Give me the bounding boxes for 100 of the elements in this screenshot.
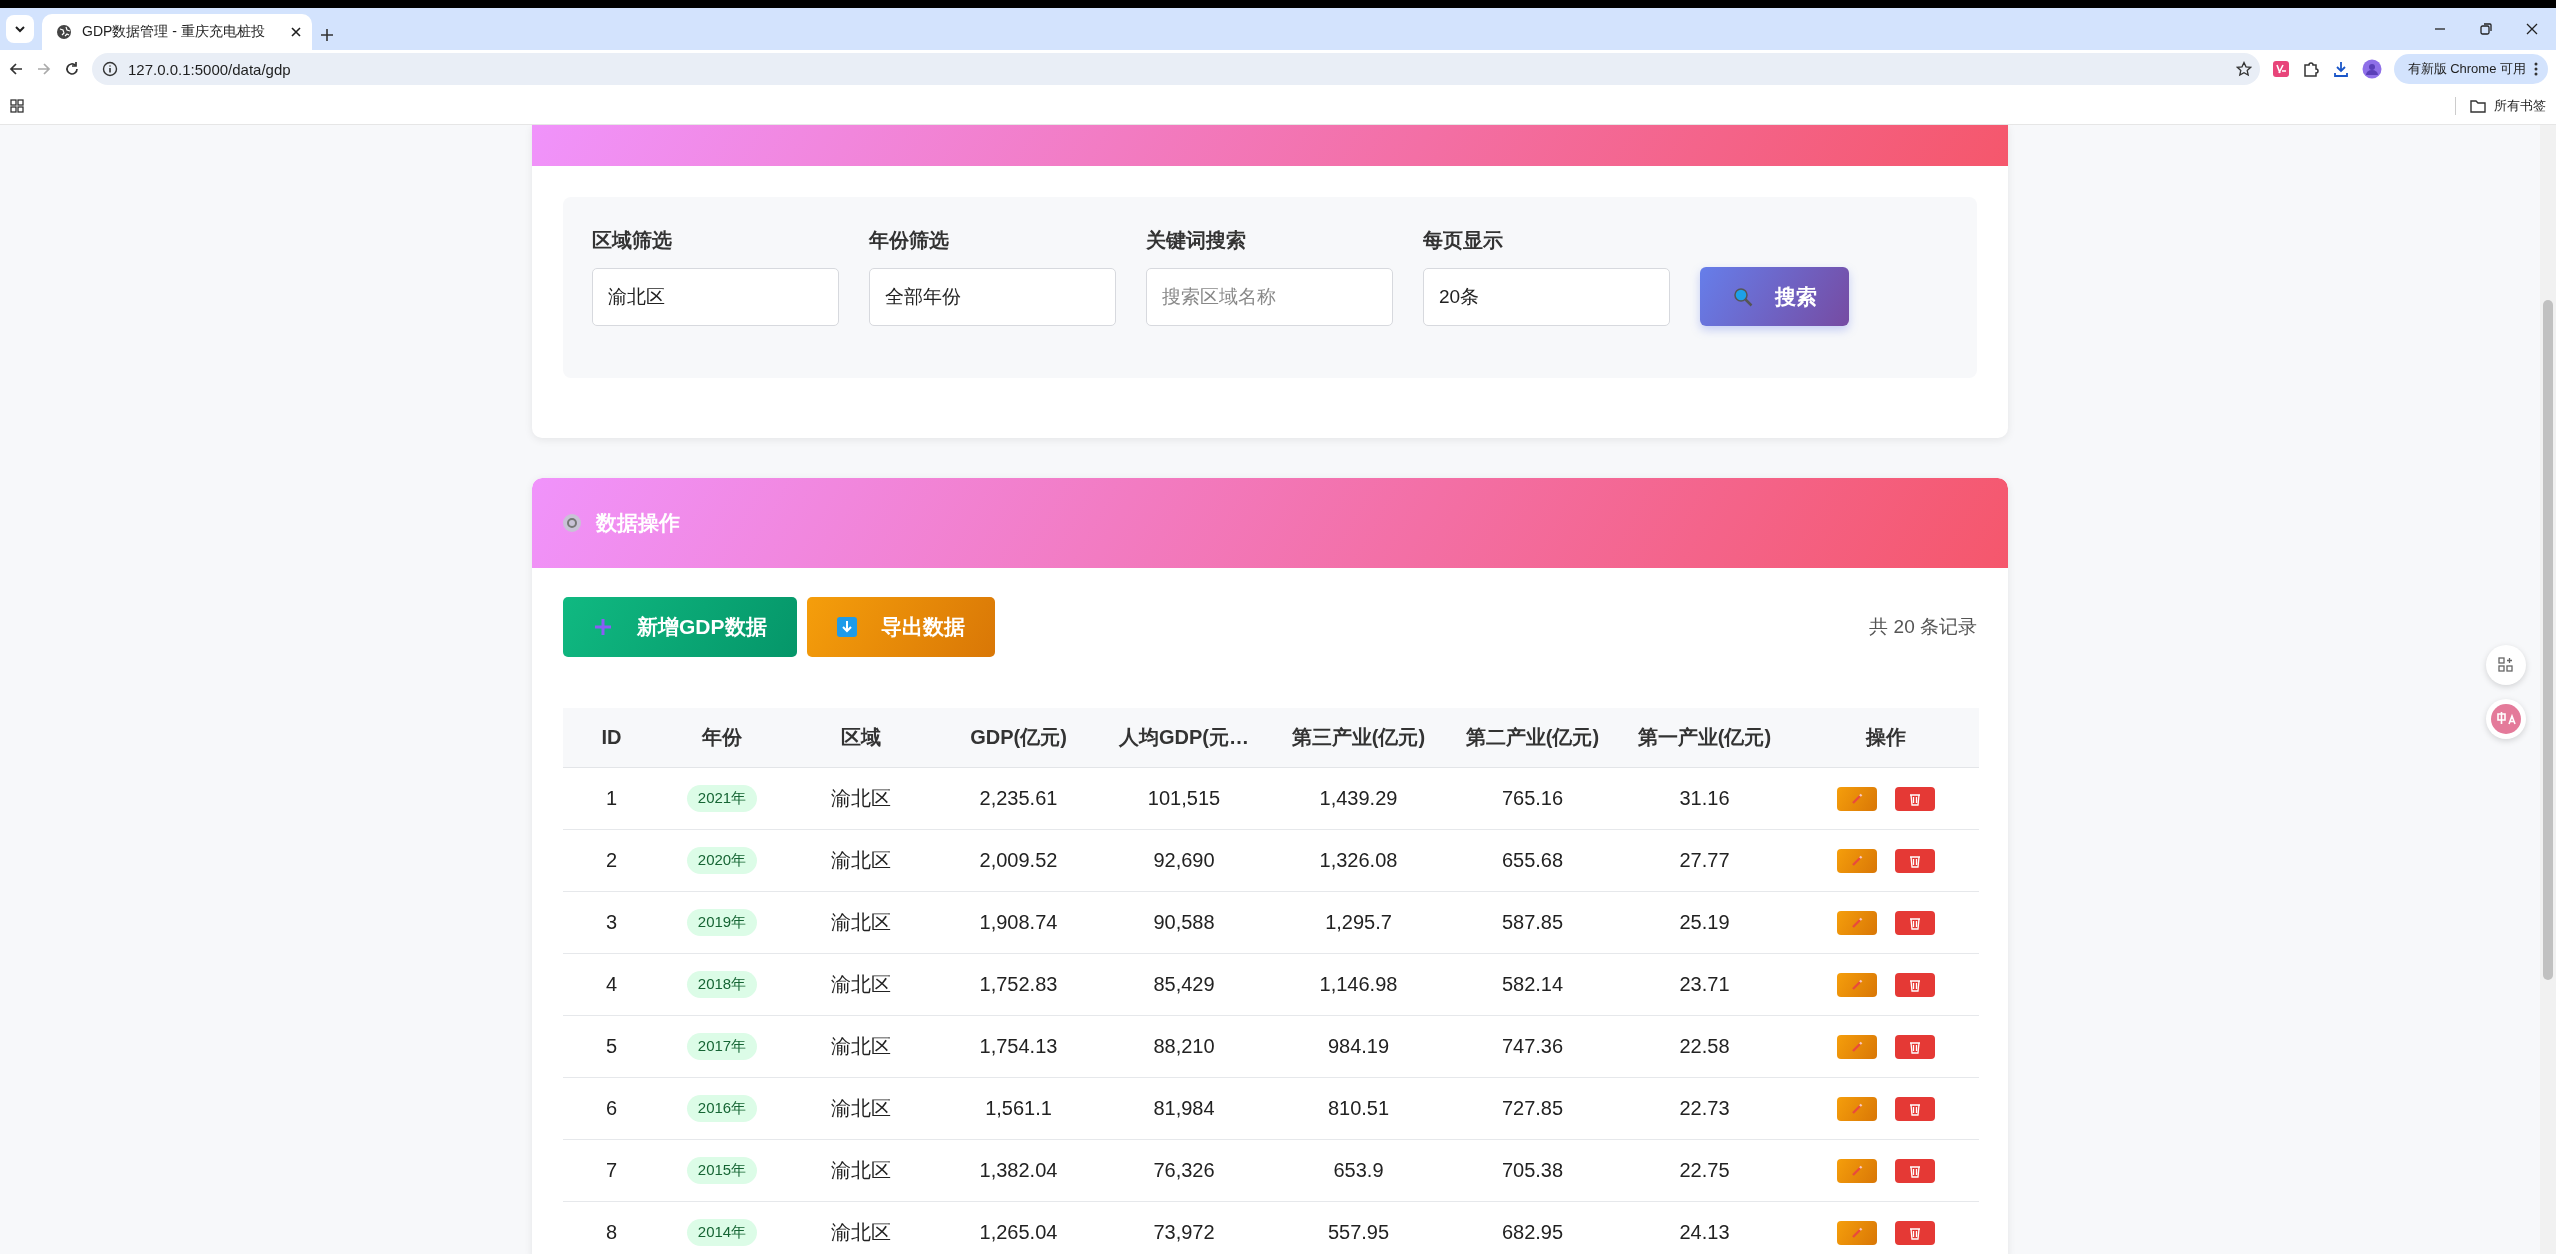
input-field[interactable]: 渝北区: [592, 268, 839, 326]
table-cell: 22.73: [1617, 1078, 1792, 1140]
trash-icon: [1907, 1101, 1922, 1116]
table-cell: 76,326: [1099, 1140, 1269, 1202]
field-label: 年份筛选: [869, 228, 950, 253]
table-cell: 1,326.08: [1269, 830, 1448, 892]
close-icon[interactable]: [2526, 23, 2538, 35]
table-cell: 2: [563, 830, 660, 892]
table-cell: 2,009.52: [938, 830, 1099, 892]
table-cell: 22.75: [1617, 1140, 1792, 1202]
delete-button[interactable]: [1894, 1220, 1935, 1245]
edit-button[interactable]: [1836, 786, 1877, 811]
table-cell: 1,439.29: [1269, 768, 1448, 830]
update-chrome-button[interactable]: 有新版 Chrome 可用: [2393, 54, 2548, 84]
search-icon: [1732, 286, 1753, 307]
grid-plus-icon: [2498, 657, 2514, 673]
table-cell: 582.14: [1448, 954, 1617, 1016]
table-cell: 4: [563, 954, 660, 1016]
new-tab-icon[interactable]: [320, 28, 334, 42]
delete-button[interactable]: [1894, 1034, 1935, 1059]
star-icon[interactable]: [2235, 61, 2252, 77]
puzzle-icon[interactable]: [2301, 60, 2320, 78]
delete-button[interactable]: [1894, 1158, 1935, 1183]
scrollbar[interactable]: [2540, 125, 2556, 1254]
globe-icon: [56, 24, 72, 40]
column-header: 操作: [1792, 708, 1979, 768]
forward-icon[interactable]: [36, 61, 52, 77]
edit-button[interactable]: [1836, 1034, 1877, 1059]
input-field[interactable]: 20条: [1423, 268, 1670, 326]
column-header: 区域: [784, 708, 938, 768]
browser-tab[interactable]: GDP数据管理 - 重庆充电桩投: [42, 14, 312, 50]
table-cell: 557.95: [1269, 1202, 1448, 1254]
table-cell: 1,752.83: [938, 954, 1099, 1016]
chevron-down-icon: [14, 23, 26, 35]
column-header: 人均GDP(元…: [1099, 708, 1269, 768]
avatar-icon[interactable]: [2361, 59, 2382, 79]
year-badge: 2019年: [686, 909, 758, 936]
delete-button[interactable]: [1894, 910, 1935, 935]
table-cell: 92,690: [1099, 830, 1269, 892]
translate-button[interactable]: [2486, 699, 2526, 739]
table-cell: 7: [563, 1140, 660, 1202]
edit-button[interactable]: [1836, 972, 1877, 997]
year-badge: 2016年: [686, 1095, 758, 1122]
field-label: 区域筛选: [592, 228, 673, 253]
table-cell: 1: [563, 768, 660, 830]
table-cell: 渝北区: [784, 954, 938, 1016]
close-icon[interactable]: [290, 26, 302, 38]
address-bar[interactable]: 127.0.0.1:5000/data/gdp: [92, 53, 2260, 85]
table-cell: 81,984: [1099, 1078, 1269, 1140]
translate-extension-icon[interactable]: [2271, 60, 2290, 78]
input-field[interactable]: 全部年份: [869, 268, 1116, 326]
table-cell: 85,429: [1099, 954, 1269, 1016]
trash-icon: [1907, 977, 1922, 992]
more-icon: [2534, 62, 2538, 76]
download-icon[interactable]: [2331, 60, 2350, 78]
table-cell: 23.71: [1617, 954, 1792, 1016]
table-cell: 27.77: [1617, 830, 1792, 892]
restore-icon[interactable]: [2480, 23, 2492, 35]
year-badge: 2014年: [686, 1219, 758, 1246]
table-cell: 渝北区: [784, 1202, 938, 1254]
edit-button[interactable]: [1836, 1096, 1877, 1121]
delete-button[interactable]: [1894, 848, 1935, 873]
table-cell: 1,754.13: [938, 1016, 1099, 1078]
apps-grid-icon[interactable]: [10, 99, 24, 113]
delete-button[interactable]: [1894, 1096, 1935, 1121]
all-bookmarks-button[interactable]: 所有书签: [2455, 97, 2546, 115]
table-cell: 90,588: [1099, 892, 1269, 954]
info-icon: [102, 61, 118, 77]
column-header: 第三产业(亿元): [1269, 708, 1448, 768]
edit-button[interactable]: [1836, 910, 1877, 935]
tab-title: GDP数据管理 - 重庆充电桩投: [82, 23, 266, 41]
delete-button[interactable]: [1894, 786, 1935, 811]
table-cell: 810.51: [1269, 1078, 1448, 1140]
tab-list-button[interactable]: [6, 15, 34, 43]
delete-button[interactable]: [1894, 972, 1935, 997]
trash-icon: [1907, 915, 1922, 930]
table-cell: 655.68: [1448, 830, 1617, 892]
record-count: 共 20 条记录: [1869, 615, 1977, 639]
side-panel-button[interactable]: [2486, 645, 2526, 685]
table-cell: 1,265.04: [938, 1202, 1099, 1254]
input-field[interactable]: 搜索区域名称: [1146, 268, 1393, 326]
table-cell: 25.19: [1617, 892, 1792, 954]
table-cell: 1,146.98: [1269, 954, 1448, 1016]
edit-button[interactable]: [1836, 1158, 1877, 1183]
edit-button[interactable]: [1836, 1220, 1877, 1245]
table-cell: 1,908.74: [938, 892, 1099, 954]
table-cell: 8: [563, 1202, 660, 1254]
trash-icon: [1907, 1163, 1922, 1178]
table-cell: 88,210: [1099, 1016, 1269, 1078]
table-cell: 渝北区: [784, 1140, 938, 1202]
table-cell: 3: [563, 892, 660, 954]
back-icon[interactable]: [8, 61, 24, 77]
edit-button[interactable]: [1836, 848, 1877, 873]
search-button[interactable]: 搜索: [1700, 267, 1849, 326]
reload-icon[interactable]: [64, 61, 80, 77]
table-cell: 765.16: [1448, 768, 1617, 830]
translate-icon: [2491, 704, 2521, 734]
plus-icon: [593, 617, 613, 637]
year-badge: 2018年: [686, 971, 758, 998]
trash-icon: [1907, 1225, 1922, 1240]
